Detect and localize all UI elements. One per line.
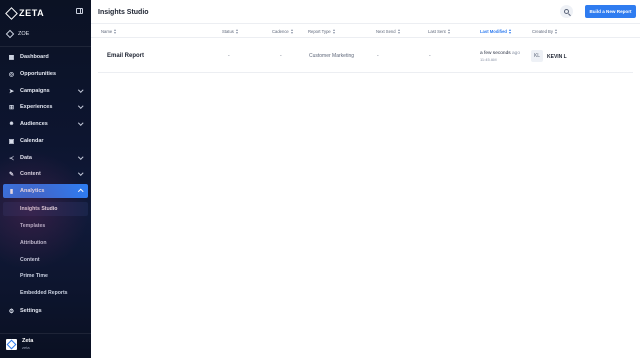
page-title: Insights Studio <box>98 9 149 16</box>
sort-icon <box>114 29 117 34</box>
main-content: Insights Studio Build a New Report Name … <box>91 0 640 358</box>
report-cadence: - <box>280 53 282 59</box>
brand-name: ZETA <box>19 8 45 18</box>
sidebar: ZETA ZOE ▦ Dashboard ◎ Opportunities ➤ C… <box>0 0 91 358</box>
search-button[interactable] <box>560 5 573 18</box>
account-name: Zeta <box>22 338 34 344</box>
column-header-name[interactable]: Name <box>101 29 117 34</box>
sidebar-subitem-label: Embedded Reports <box>20 290 68 296</box>
report-status: - <box>228 53 230 59</box>
report-last-sent: - <box>429 53 431 59</box>
share-icon: ≺ <box>8 155 15 162</box>
sidebar-item-label: Opportunities <box>20 71 57 77</box>
sidebar-item-label: Experiences <box>20 104 53 110</box>
table-header: Name Status Cadence Report Type Next Sen… <box>91 25 640 38</box>
zeta-logo-icon <box>6 338 17 350</box>
report-next-send: - <box>377 53 379 59</box>
chevron-up-icon <box>77 189 83 195</box>
sidebar-subitem-label: Templates <box>20 223 46 229</box>
header: Insights Studio Build a New Report <box>91 0 640 24</box>
column-header-report-type[interactable]: Report Type <box>308 29 336 34</box>
modified-time: 11:45 AM <box>480 57 497 62</box>
sidebar-subitem-insights-studio[interactable]: Insights Studio <box>3 202 88 216</box>
table-row[interactable]: Email Report - - Customer Marketing - - … <box>98 39 633 73</box>
workspace-name: ZOE <box>18 31 30 37</box>
sidebar-item-label: Data <box>20 155 32 161</box>
account-subtitle: zeta <box>22 345 30 350</box>
sidebar-item-dashboard[interactable]: ▦ Dashboard <box>3 50 88 64</box>
chevron-down-icon <box>77 87 83 93</box>
sidebar-item-label: Content <box>20 171 41 177</box>
brand-logo[interactable]: ZETA <box>5 6 45 20</box>
sidebar-subitem-label: Attribution <box>20 240 47 246</box>
sidebar-subitem-content[interactable]: Content <box>3 253 88 267</box>
sidebar-item-campaigns[interactable]: ➤ Campaigns <box>3 84 88 98</box>
sidebar-item-content[interactable]: ✎ Content <box>3 167 88 181</box>
column-header-next-send[interactable]: Next Send <box>376 29 401 34</box>
sidebar-subitem-attribution[interactable]: Attribution <box>3 236 88 250</box>
sidebar-item-experiences[interactable]: ⊞ Experiences <box>3 100 88 114</box>
column-header-status[interactable]: Status <box>222 29 239 34</box>
column-header-created-by[interactable]: Created By <box>532 29 558 34</box>
hierarchy-icon: ⊞ <box>8 104 15 111</box>
divider <box>0 46 91 47</box>
report-last-modified: a few seconds ago 11:45 AM <box>480 51 521 62</box>
sidebar-subitem-label: Prime Time <box>20 273 48 279</box>
sort-icon <box>397 29 401 34</box>
sidebar-item-label: Dashboard <box>20 54 49 60</box>
sidebar-item-settings[interactable]: ⚙ Settings <box>3 304 88 318</box>
sort-icon <box>447 29 451 34</box>
collapse-sidebar-icon[interactable] <box>76 8 83 14</box>
report-creator: KEVIN L <box>547 54 567 60</box>
target-icon: ◎ <box>8 71 15 78</box>
search-icon <box>564 9 569 14</box>
sort-icon <box>235 29 239 34</box>
column-header-last-modified[interactable]: Last Modified <box>480 29 512 34</box>
sidebar-item-opportunities[interactable]: ◎ Opportunities <box>3 67 88 81</box>
sidebar-item-audiences[interactable]: ☻ Audiences <box>3 117 88 131</box>
workspace-switcher[interactable]: ZOE <box>5 29 30 39</box>
sort-icon <box>332 29 336 34</box>
chevron-down-icon <box>77 103 83 109</box>
sidebar-item-calendar[interactable]: ▣ Calendar <box>3 134 88 148</box>
users-icon: ☻ <box>8 121 15 127</box>
sidebar-item-data[interactable]: ≺ Data <box>3 151 88 165</box>
sidebar-subitem-label: Insights Studio <box>20 206 58 212</box>
chevron-down-icon <box>77 120 83 126</box>
sidebar-item-label: Calendar <box>20 138 44 144</box>
zeta-diamond-icon <box>5 6 18 20</box>
grid-icon: ▦ <box>8 54 15 61</box>
sidebar-item-label: Campaigns <box>20 88 50 94</box>
gear-icon: ⚙ <box>8 308 15 315</box>
report-name[interactable]: Email Report <box>107 53 144 59</box>
content-icon: ✎ <box>8 171 15 178</box>
sidebar-item-label: Settings <box>20 308 42 314</box>
sidebar-item-analytics[interactable]: ▮ Analytics <box>3 184 88 198</box>
column-header-last-sent[interactable]: Last Sent <box>428 29 451 34</box>
build-new-report-button[interactable]: Build a New Report <box>585 5 636 18</box>
report-type: Customer Marketing <box>309 53 355 59</box>
diamond-icon <box>5 29 15 39</box>
chevron-down-icon <box>77 154 83 160</box>
send-icon: ➤ <box>8 88 15 95</box>
avatar: KL <box>531 50 543 62</box>
calendar-icon: ▣ <box>8 138 15 145</box>
sort-icon <box>290 29 294 34</box>
sidebar-item-label: Analytics <box>20 188 45 194</box>
sidebar-item-label: Audiences <box>20 121 48 127</box>
sort-icon <box>509 29 512 34</box>
sidebar-subitem-templates[interactable]: Templates <box>3 219 88 233</box>
column-header-cadence[interactable]: Cadence <box>272 29 294 34</box>
sort-icon <box>554 29 558 34</box>
sidebar-subitem-prime-time[interactable]: Prime Time <box>3 269 88 283</box>
sidebar-subitem-embedded-reports[interactable]: Embedded Reports <box>3 286 88 300</box>
account-menu[interactable]: Zeta zeta <box>6 338 33 350</box>
bar-chart-icon: ▮ <box>9 188 14 195</box>
sidebar-subitem-label: Content <box>20 257 40 263</box>
chevron-down-icon <box>77 170 83 176</box>
divider <box>0 333 91 334</box>
